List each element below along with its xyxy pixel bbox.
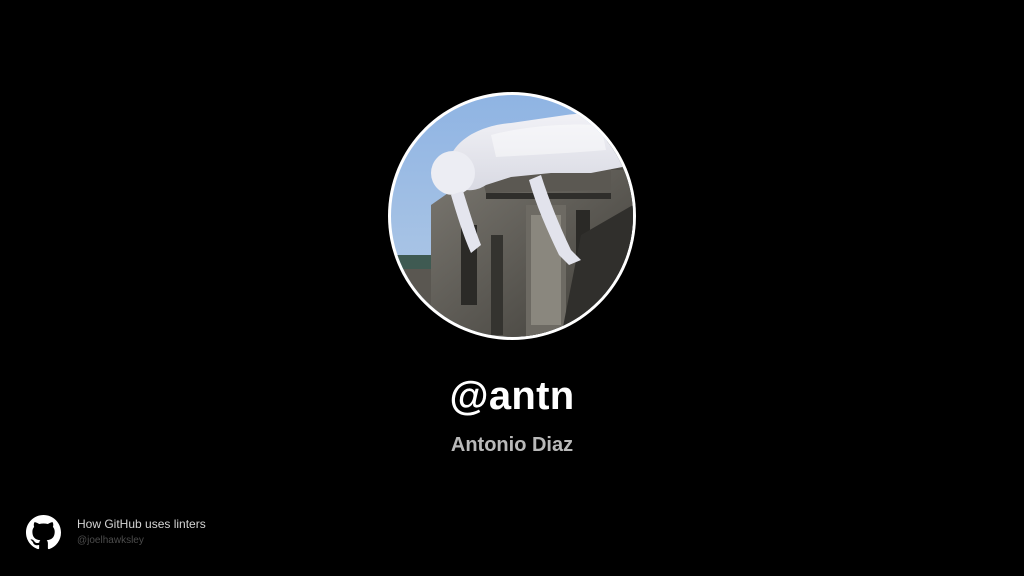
username: @antn (449, 374, 575, 418)
talk-title: How GitHub uses linters (77, 516, 206, 531)
avatar-photo (391, 95, 633, 337)
slide: @antn Antonio Diaz How GitHub uses linte… (0, 0, 1024, 576)
footer: How GitHub uses linters @joelhawksley (26, 514, 206, 550)
github-octocat-icon (26, 514, 61, 549)
avatar (391, 95, 633, 337)
full-name: Antonio Diaz (450, 434, 574, 456)
speaker-handle: @joelhawksley (77, 534, 144, 546)
footer-text: How GitHub uses linters @joelhawksley (77, 517, 206, 548)
